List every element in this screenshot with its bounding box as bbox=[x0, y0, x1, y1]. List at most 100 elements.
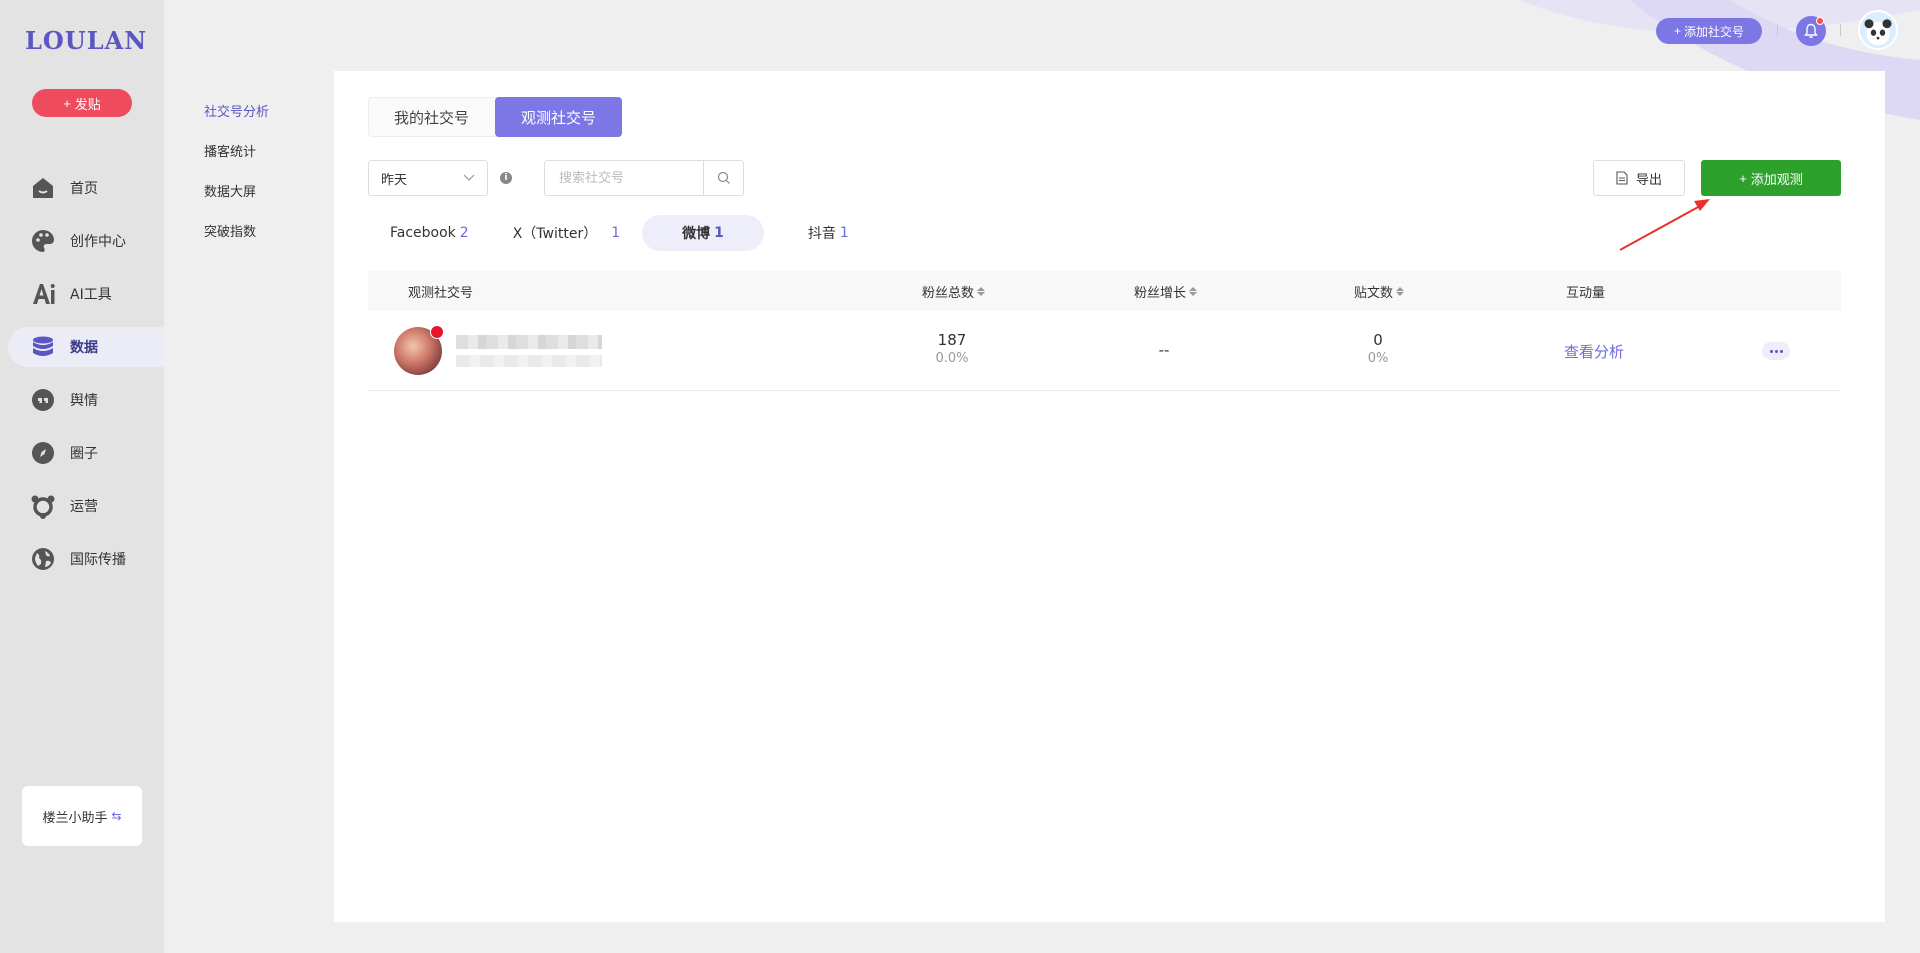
chevron-down-icon bbox=[463, 174, 475, 181]
export-button[interactable]: 导出 bbox=[1593, 160, 1685, 196]
left-sidebar: LOULAN + 发贴 首页 创作中心 AI工具 数据 舆情 圈子 运营 国际传… bbox=[0, 0, 164, 953]
date-range-select[interactable]: 昨天 bbox=[368, 160, 488, 196]
platform-count: 1 bbox=[611, 225, 621, 241]
fans-total-percent: 0.0% bbox=[935, 351, 969, 366]
logo[interactable]: LOULAN bbox=[25, 26, 147, 55]
nav-item-sentiment[interactable]: 舆情 bbox=[8, 380, 164, 420]
subnav-podcast-stats[interactable]: 播客统计 bbox=[204, 141, 256, 160]
column-header-account: 观测社交号 bbox=[408, 282, 473, 301]
compass-icon bbox=[30, 440, 56, 466]
nav-label: 舆情 bbox=[70, 393, 98, 409]
column-header-fans-growth[interactable]: 粉丝增长 bbox=[1134, 282, 1198, 301]
column-label: 互动量 bbox=[1566, 285, 1606, 301]
sort-icon bbox=[977, 286, 986, 296]
nav-item-ai-tools[interactable]: AI工具 bbox=[8, 274, 164, 314]
tab-observed-accounts[interactable]: 观测社交号 bbox=[495, 97, 623, 137]
date-value: 昨天 bbox=[381, 172, 408, 188]
column-label: 粉丝总数 bbox=[922, 285, 975, 301]
notification-button[interactable] bbox=[1796, 16, 1826, 46]
observed-accounts-table: 观测社交号 粉丝总数 粉丝增长 贴文数 互动量 187 0.0% -- 0 0%… bbox=[368, 271, 1841, 391]
column-label: 观测社交号 bbox=[408, 285, 474, 301]
search-icon bbox=[717, 171, 730, 184]
platform-count: 2 bbox=[459, 225, 469, 241]
nav-item-creation[interactable]: 创作中心 bbox=[8, 221, 164, 261]
database-icon bbox=[30, 334, 56, 360]
platform-tab-douyin[interactable]: 抖音 1 bbox=[764, 215, 871, 251]
nav-label: 运营 bbox=[70, 499, 98, 515]
subnav-social-analysis[interactable]: 社交号分析 bbox=[204, 101, 269, 120]
fans-total-value: 187 bbox=[937, 331, 967, 349]
column-header-posts[interactable]: 贴文数 bbox=[1354, 282, 1405, 301]
sort-icon bbox=[1189, 286, 1198, 296]
more-options-button[interactable] bbox=[1762, 342, 1790, 360]
post-button[interactable]: + 发贴 bbox=[32, 89, 132, 117]
document-icon bbox=[1616, 171, 1628, 185]
nav-label: 圈子 bbox=[70, 446, 98, 462]
add-observation-label: 添加观测 bbox=[1750, 171, 1803, 187]
fans-total-cell: 187 0.0% bbox=[902, 331, 1002, 366]
plus-icon: + bbox=[63, 95, 71, 111]
plus-icon: + bbox=[1739, 170, 1747, 186]
nav-label: 创作中心 bbox=[70, 234, 126, 250]
tab-my-accounts[interactable]: 我的社交号 bbox=[368, 97, 495, 137]
nav-item-operations[interactable]: 运营 bbox=[8, 486, 164, 526]
table-row: 187 0.0% -- 0 0% 查看分析 bbox=[368, 311, 1841, 391]
add-social-label: 添加社交号 bbox=[1684, 24, 1745, 39]
palette-icon bbox=[30, 228, 56, 254]
subnav-breakthrough-index[interactable]: 突破指数 bbox=[204, 221, 256, 240]
panda-avatar-icon bbox=[1860, 12, 1896, 48]
platform-name: X（Twitter） bbox=[512, 226, 598, 242]
weibo-icon bbox=[430, 325, 444, 339]
nav-label: 数据 bbox=[70, 340, 98, 356]
posts-percent: 0% bbox=[1367, 351, 1389, 366]
nav-item-circle[interactable]: 圈子 bbox=[8, 433, 164, 473]
fans-growth-cell: -- bbox=[1158, 341, 1170, 359]
header-divider bbox=[1777, 24, 1778, 36]
platform-name: Facebook bbox=[390, 225, 456, 241]
platform-tab-x[interactable]: X（Twitter） 1 bbox=[491, 215, 642, 251]
plus-icon: + bbox=[1673, 24, 1681, 38]
main-panel: 我的社交号 观测社交号 昨天 i 导出 + 添加观测 Facebook 2 X（… bbox=[334, 71, 1885, 922]
sort-icon bbox=[1396, 286, 1405, 296]
add-social-account-button[interactable]: + 添加社交号 bbox=[1656, 18, 1762, 44]
assistant-label: 楼兰小助手 bbox=[42, 810, 108, 826]
nav-label: 国际传播 bbox=[70, 552, 126, 568]
table-header: 观测社交号 粉丝总数 粉丝增长 贴文数 互动量 bbox=[368, 271, 1841, 311]
platform-name: 抖音 bbox=[807, 226, 836, 242]
bell-icon bbox=[1804, 23, 1818, 38]
sub-sidebar: 社交号分析 播客统计 数据大屏 突破指数 bbox=[164, 0, 334, 953]
platform-tab-weibo[interactable]: 微博 1 bbox=[642, 215, 764, 251]
notification-dot bbox=[1816, 17, 1824, 25]
nav-item-home[interactable]: 首页 bbox=[8, 168, 164, 208]
globe-icon bbox=[30, 546, 56, 572]
search-box bbox=[544, 160, 744, 196]
nav-label: 首页 bbox=[70, 181, 98, 197]
search-input[interactable] bbox=[545, 161, 703, 195]
column-header-fans-total[interactable]: 粉丝总数 bbox=[922, 282, 986, 301]
nav-item-international[interactable]: 国际传播 bbox=[8, 539, 164, 579]
nav-item-data[interactable]: 数据 bbox=[8, 327, 164, 367]
search-button[interactable] bbox=[703, 161, 743, 195]
subnav-data-screen[interactable]: 数据大屏 bbox=[204, 181, 256, 200]
user-avatar[interactable] bbox=[1858, 10, 1898, 50]
hub-icon bbox=[30, 493, 56, 519]
export-label: 导出 bbox=[1635, 171, 1662, 187]
platform-tabs: Facebook 2 X（Twitter） 1 微博 1 抖音 1 bbox=[368, 215, 871, 251]
platform-tab-facebook[interactable]: Facebook 2 bbox=[368, 215, 491, 251]
add-observation-button[interactable]: + 添加观测 bbox=[1701, 160, 1841, 196]
home-icon bbox=[30, 175, 56, 201]
account-tabs: 我的社交号 观测社交号 bbox=[368, 97, 623, 137]
header-divider bbox=[1840, 24, 1841, 36]
post-button-label: 发贴 bbox=[74, 96, 101, 112]
platform-name: 微博 bbox=[682, 226, 711, 242]
ai-icon bbox=[30, 281, 56, 307]
account-name-blurred bbox=[456, 335, 602, 349]
info-icon[interactable]: i bbox=[500, 172, 512, 184]
column-label: 贴文数 bbox=[1354, 285, 1394, 301]
column-header-interactions: 互动量 bbox=[1566, 282, 1605, 301]
quote-icon bbox=[30, 387, 56, 413]
platform-count: 1 bbox=[714, 225, 724, 241]
switch-icon: ⇆ bbox=[111, 809, 122, 823]
assistant-card[interactable]: 楼兰小助手 ⇆ bbox=[22, 786, 142, 846]
view-analysis-link[interactable]: 查看分析 bbox=[1564, 341, 1624, 362]
